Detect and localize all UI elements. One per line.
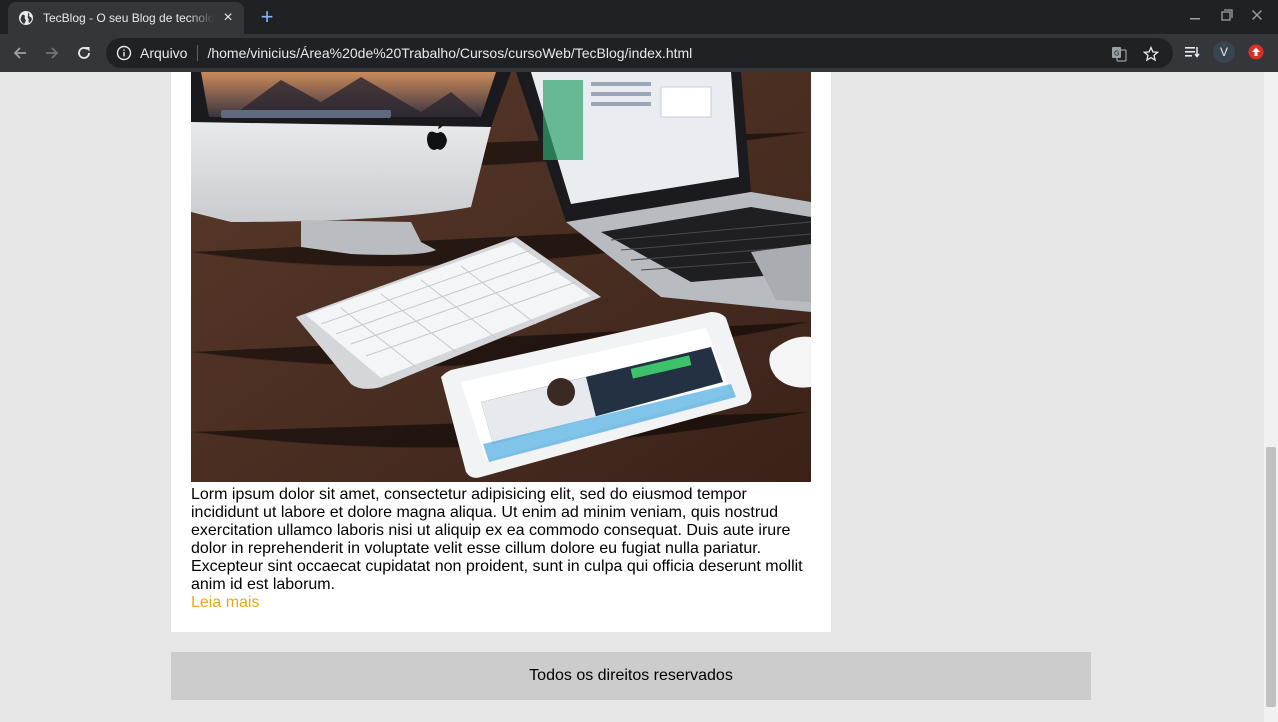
forward-arrow-icon: [46, 47, 59, 59]
info-icon[interactable]: [116, 45, 132, 61]
profile-avatar[interactable]: V: [1213, 41, 1235, 63]
new-tab-button[interactable]: +: [256, 6, 278, 28]
close-window-icon[interactable]: [1248, 8, 1266, 24]
page-footer: Todos os direitos reservados: [171, 652, 1091, 700]
reading-list-icon[interactable]: [1181, 41, 1203, 63]
omnibox-divider: [197, 45, 199, 61]
scrollbar-thumb[interactable]: [1266, 447, 1276, 707]
footer-copyright-text: Todos os direitos reservados: [529, 667, 733, 684]
forward-button[interactable]: [40, 41, 64, 65]
desk-computers-illustration: [191, 72, 811, 482]
reload-button[interactable]: [72, 41, 96, 65]
address-bar[interactable]: Arquivo /home/vinicius/Área%20de%20Traba…: [106, 38, 1173, 68]
url-text[interactable]: /home/vinicius/Área%20de%20Trabalho/Curs…: [207, 45, 692, 61]
globe-icon: [19, 11, 33, 25]
browser-tab[interactable]: TecBlog - O seu Blog de tecnologia ×: [8, 2, 244, 34]
page-viewport: Lorm ipsum dolor sit amet, consectetur a…: [0, 72, 1264, 722]
tab-strip: TecBlog - O seu Blog de tecnologia × +: [0, 0, 1278, 34]
restore-icon[interactable]: [1218, 8, 1236, 24]
back-button[interactable]: [8, 41, 32, 65]
post-image: [191, 72, 811, 482]
bookmark-star-icon[interactable]: [1142, 45, 1160, 63]
vertical-scrollbar[interactable]: [1264, 72, 1278, 722]
back-arrow-icon: [13, 47, 26, 59]
blog-post-card: Lorm ipsum dolor sit amet, consectetur a…: [171, 72, 831, 632]
post-body-text: Lorm ipsum dolor sit amet, consectetur a…: [191, 486, 803, 593]
scheme-label: Arquivo: [140, 45, 188, 61]
read-more-link[interactable]: Leia mais: [191, 594, 259, 612]
extension-update-icon[interactable]: [1245, 41, 1267, 63]
reload-icon: [78, 47, 90, 59]
browser-toolbar: Arquivo /home/vinicius/Área%20de%20Traba…: [0, 34, 1278, 72]
translate-icon[interactable]: G: [1110, 45, 1128, 63]
tab-title: TecBlog - O seu Blog de tecnologia: [43, 11, 214, 25]
svg-text:G: G: [1114, 50, 1119, 58]
minimize-icon[interactable]: [1186, 8, 1204, 24]
tab-close-icon[interactable]: ×: [220, 10, 236, 26]
